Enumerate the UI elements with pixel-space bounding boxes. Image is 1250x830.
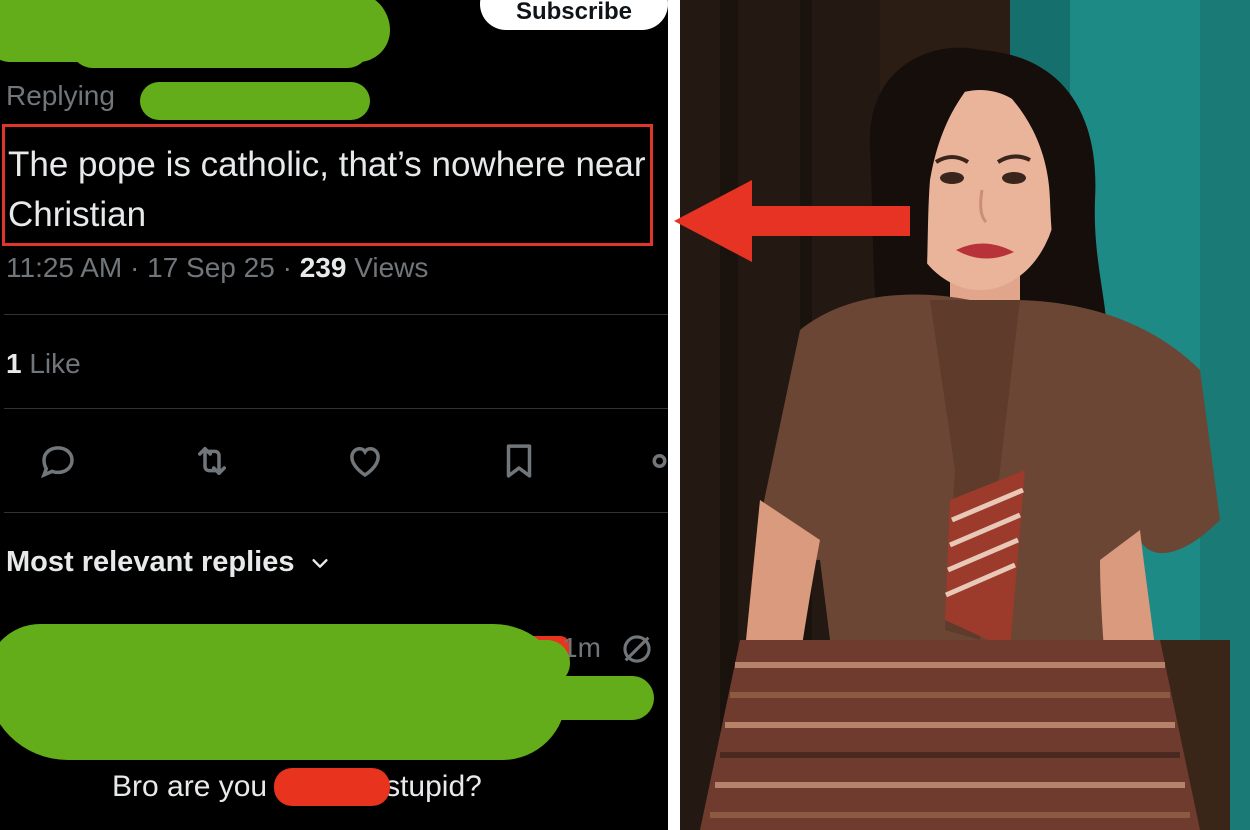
- divider: [4, 408, 668, 409]
- redaction-scribble-handle: [140, 82, 370, 120]
- replying-to-label: Replying: [6, 80, 115, 111]
- bookmark-icon: [506, 444, 532, 478]
- redaction-scribble-reply-tail: [360, 676, 654, 720]
- redaction-scribble-author-tail: [70, 22, 370, 68]
- share-icon: [652, 454, 667, 468]
- views-count: 239: [299, 252, 347, 283]
- subscribe-button[interactable]: Subscribe: [480, 0, 668, 30]
- tweet-screenshot: Subscribe Replying The pope is catholic,…: [0, 0, 668, 830]
- meta-separator: ·: [282, 252, 292, 283]
- reply-icon: [40, 446, 74, 479]
- like-icon: [350, 446, 380, 478]
- arrow-icon: [674, 180, 910, 262]
- bookmark-button[interactable]: [495, 437, 543, 485]
- replies-sort-dropdown[interactable]: Most relevant replies: [6, 546, 331, 579]
- divider: [4, 314, 668, 315]
- likes-summary[interactable]: 1 Like: [6, 348, 81, 380]
- striped-skirt: [700, 640, 1200, 830]
- grok-icon[interactable]: [620, 632, 654, 666]
- redaction-red-reply-word: [274, 768, 390, 806]
- tweet-date: 17 Sep 25: [147, 252, 275, 283]
- chevron-down-icon: [311, 558, 328, 568]
- divider: [4, 512, 668, 513]
- reaction-photo: [680, 0, 1250, 830]
- panel-gap: [668, 0, 680, 830]
- reply-button[interactable]: [34, 437, 82, 485]
- likes-label: Like: [29, 348, 81, 379]
- tweet-text: The pope is catholic, that’s nowhere nea…: [8, 145, 646, 234]
- retweet-button[interactable]: [188, 437, 236, 485]
- like-button[interactable]: [341, 437, 389, 485]
- likes-count: 1: [6, 348, 22, 379]
- retweet-icon: [198, 447, 226, 475]
- reply-text-start: Bro are you: [112, 770, 268, 803]
- tweet-meta: 11:25 AM · 17 Sep 25 · 239 Views: [6, 252, 428, 284]
- replies-sort-label: Most relevant replies: [6, 546, 295, 578]
- woman-reaction-image: [680, 0, 1250, 830]
- reply-text-end: stupid?: [385, 770, 482, 803]
- views-label: Views: [354, 252, 429, 283]
- share-button[interactable]: [646, 437, 668, 485]
- meta-separator: ·: [130, 252, 140, 283]
- tweet-time: 11:25 AM: [6, 252, 123, 283]
